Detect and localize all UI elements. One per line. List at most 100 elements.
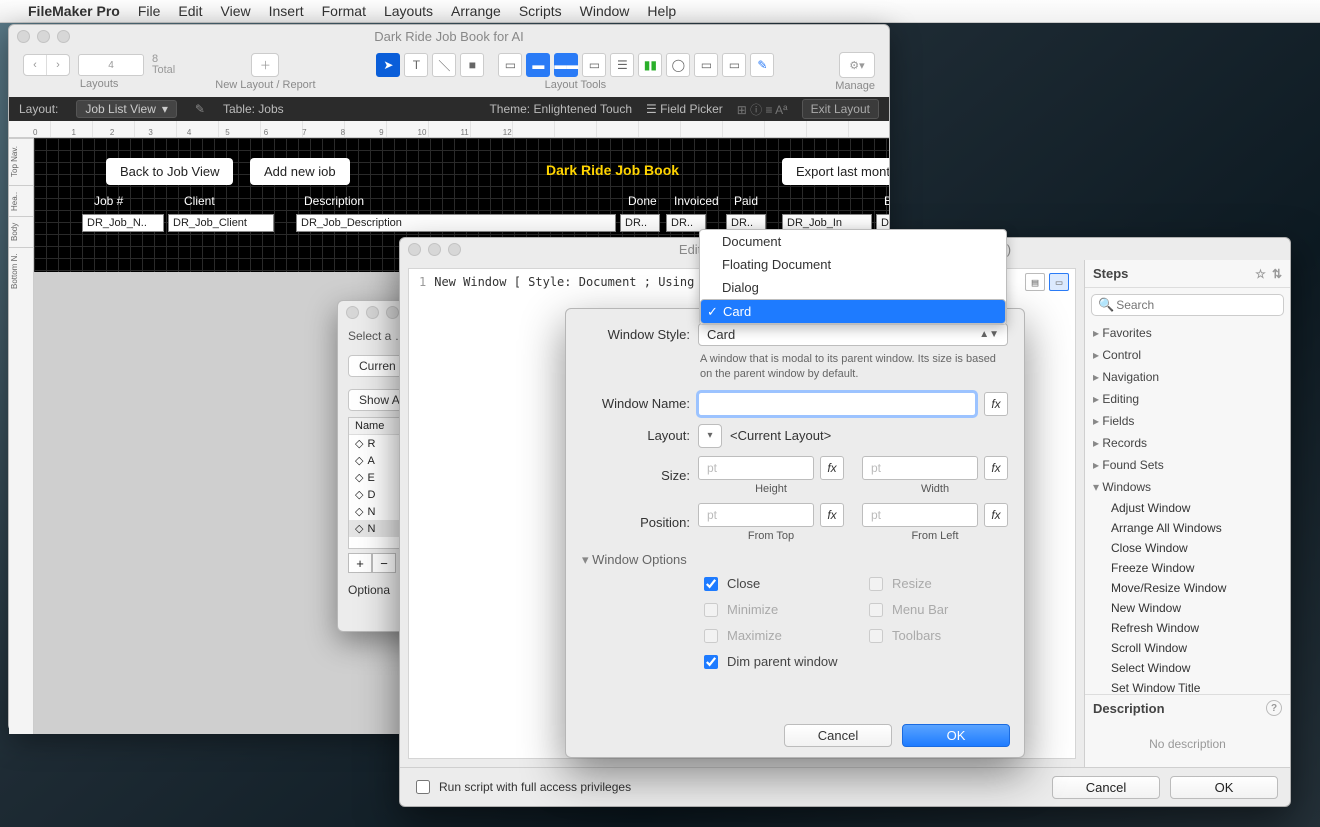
canvas-title: Dark Ride Job Book [546, 162, 679, 178]
from-top-fx-icon[interactable]: fx [820, 503, 844, 527]
window-style-hint: A window that is modal to its parent win… [700, 352, 1008, 382]
layout-popup-label: Layout: [582, 428, 690, 443]
macos-menubar[interactable]: FileMaker Pro File Edit View Insert Form… [0, 0, 1320, 23]
cat-records[interactable]: Records [1085, 432, 1290, 454]
window-name-fx-icon[interactable]: fx [984, 392, 1008, 416]
opt-close-checkbox[interactable]: Close [700, 574, 843, 594]
style-option-document[interactable]: Document [700, 230, 1006, 253]
menu-scripts[interactable]: Scripts [519, 3, 562, 19]
canvas-add-button[interactable]: Add new iob [250, 158, 350, 185]
app-menu[interactable]: FileMaker Pro [28, 3, 120, 19]
window-style-select[interactable]: Card▲▼ Document Floating Document Dialog… [698, 323, 1008, 346]
menu-insert[interactable]: Insert [269, 3, 304, 19]
part-labels: Top Nav. Hea.. Body Bottom N. [9, 138, 34, 734]
format-painter-icon[interactable]: ✎ [750, 53, 774, 77]
new-layout-button[interactable]: ＋ [251, 53, 279, 77]
steps-panel: Steps ☆ ⇅ 🔍 Favorites Control Navigation E… [1084, 260, 1290, 767]
chart-tool-icon[interactable]: ▮▮ [638, 53, 662, 77]
editor-view-detail-icon[interactable]: ▭ [1049, 273, 1069, 291]
text-tool-icon[interactable]: T [404, 53, 428, 77]
favorite-icon[interactable]: ☆ [1255, 267, 1266, 281]
script-cancel-button[interactable]: Cancel [1052, 776, 1160, 799]
opt-toolbars-checkbox[interactable]: Toolbars [865, 626, 1008, 646]
field-picker-button[interactable]: ☰ Field Picker [646, 102, 723, 116]
window-name-input[interactable] [698, 392, 976, 416]
width-input[interactable] [862, 456, 978, 480]
sort-icon[interactable]: ⇅ [1272, 267, 1282, 281]
canvas-export-button[interactable]: Export last month's [782, 158, 889, 185]
cat-editing[interactable]: Editing [1085, 388, 1290, 410]
full-access-checkbox[interactable]: Run script with full access privileges [412, 777, 631, 797]
cat-control[interactable]: Control [1085, 344, 1290, 366]
style-option-floating[interactable]: Floating Document [700, 253, 1006, 276]
layout-popup-value: <Current Layout> [730, 428, 831, 443]
layouts-label: Layouts [80, 78, 119, 90]
menu-help[interactable]: Help [647, 3, 676, 19]
layout-slider[interactable]: 4 [78, 54, 144, 76]
menu-layouts[interactable]: Layouts [384, 3, 433, 19]
opt-minimize-checkbox[interactable]: Minimize [700, 600, 843, 620]
field-tool-icon[interactable]: ▭ [498, 53, 522, 77]
height-fx-icon[interactable]: fx [820, 456, 844, 480]
menu-view[interactable]: View [221, 3, 251, 19]
menu-format[interactable]: Format [322, 3, 366, 19]
editor-view-list-icon[interactable]: ▤ [1025, 273, 1045, 291]
menu-window[interactable]: Window [580, 3, 630, 19]
record-total-label: Total [152, 65, 175, 76]
sheet-cancel-button[interactable]: Cancel [784, 724, 892, 747]
cat-fields[interactable]: Fields [1085, 410, 1290, 432]
menu-edit[interactable]: Edit [178, 3, 202, 19]
portal-tool-icon[interactable]: ☰ [610, 53, 634, 77]
layout-selector[interactable]: Job List View▾ [76, 100, 177, 118]
layout-nav-buttons[interactable]: ‹› [23, 54, 70, 76]
horizontal-ruler: 0123456789101112 [9, 121, 889, 138]
window-style-dropdown[interactable]: Document Floating Document Dialog Card [699, 229, 1007, 325]
steps-header: Steps [1093, 266, 1128, 281]
menu-arrange[interactable]: Arrange [451, 3, 501, 19]
menu-file[interactable]: File [138, 3, 161, 19]
height-input[interactable] [698, 456, 814, 480]
button-tool-icon[interactable]: ▬ [526, 53, 550, 77]
style-option-card[interactable]: Card [700, 299, 1006, 324]
buttonbar-tool-icon[interactable]: ▬▬ [554, 53, 578, 77]
doc-titlebar[interactable]: Dark Ride Job Book for AI [9, 25, 889, 47]
line-tool-icon[interactable]: ＼ [432, 53, 456, 77]
window-options-disclosure[interactable]: Window Options [582, 552, 1008, 568]
style-option-dialog[interactable]: Dialog [700, 276, 1006, 299]
help-icon[interactable]: ? [1266, 700, 1282, 716]
steps-tree[interactable]: Favorites Control Navigation Editing Fie… [1085, 322, 1290, 694]
cat-favorites[interactable]: Favorites [1085, 322, 1290, 344]
opt-maximize-checkbox[interactable]: Maximize [700, 626, 843, 646]
width-fx-icon[interactable]: fx [984, 456, 1008, 480]
sheet-ok-button[interactable]: OK [902, 724, 1010, 747]
from-left-input[interactable] [862, 503, 978, 527]
manage-gear-icon[interactable]: ⚙︎▾ [839, 52, 875, 78]
cat-windows[interactable]: Windows [1085, 476, 1290, 498]
exit-layout-button[interactable]: Exit Layout [802, 99, 879, 119]
steps-search-input[interactable] [1114, 297, 1277, 313]
script-ok-button[interactable]: OK [1170, 776, 1278, 799]
window-style-label: Window Style: [582, 327, 690, 342]
cat-found-sets[interactable]: Found Sets [1085, 454, 1290, 476]
from-left-fx-icon[interactable]: fx [984, 503, 1008, 527]
position-label: Position: [582, 515, 690, 530]
layout-popup-button[interactable]: ▾ [698, 424, 722, 448]
steps-search[interactable]: 🔍 [1091, 294, 1284, 316]
popover-tool-icon[interactable]: ▭ [694, 53, 718, 77]
from-top-input[interactable] [698, 503, 814, 527]
opt-dim-checkbox[interactable]: Dim parent window [700, 652, 1008, 672]
canvas-back-button[interactable]: Back to Job View [106, 158, 233, 185]
table-label: Table: Jobs [223, 102, 284, 116]
opt-resize-checkbox[interactable]: Resize [865, 574, 1008, 594]
tab-tool-icon[interactable]: ▭ [582, 53, 606, 77]
current-layout-pill[interactable]: Curren [348, 355, 407, 377]
opt-menubar-checkbox[interactable]: Menu Bar [865, 600, 1008, 620]
rect-tool-icon[interactable]: ■ [460, 53, 484, 77]
cat-navigation[interactable]: Navigation [1085, 366, 1290, 388]
webviewer-tool-icon[interactable]: ◯ [666, 53, 690, 77]
layout-tools: ➤ T ＼ ■ ▭ ▬ ▬▬ ▭ ☰ ▮▮ ◯ ▭ ▭ ✎ [376, 53, 774, 77]
traffic-lights[interactable] [17, 30, 70, 43]
part-tool-icon[interactable]: ▭ [722, 53, 746, 77]
pointer-tool-icon[interactable]: ➤ [376, 53, 400, 77]
theme-label[interactable]: Theme: Enlightened Touch [489, 102, 632, 116]
